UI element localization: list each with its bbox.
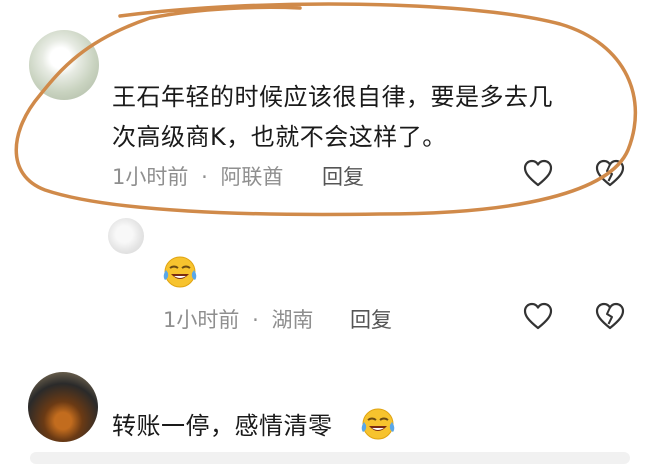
comment-text: 转账一停，感情清零 xyxy=(112,412,333,440)
comment-time: 1小时前 xyxy=(163,308,240,332)
meta-separator: · xyxy=(252,308,259,332)
bottom-input-bar[interactable] xyxy=(30,452,630,464)
comment-text-line: 王石年轻的时候应该很自律，要是多去几 xyxy=(112,83,553,111)
avatar[interactable] xyxy=(28,372,98,442)
broken-heart-icon xyxy=(595,159,625,187)
avatar[interactable] xyxy=(29,30,99,100)
heart-outline-icon xyxy=(523,302,553,330)
reply-button[interactable]: 回复 xyxy=(350,304,392,334)
comment-meta: 1小时前 · 湖南 xyxy=(163,304,313,334)
comment-location: 阿联酋 xyxy=(220,165,284,189)
dislike-button[interactable] xyxy=(594,301,626,331)
meta-separator: · xyxy=(201,165,208,189)
dislike-button[interactable] xyxy=(594,158,626,188)
laughing-crying-emoji xyxy=(358,404,398,444)
comment-meta: 1小时前 · 阿联酋 xyxy=(112,161,283,191)
broken-heart-icon xyxy=(595,302,625,330)
reply-button[interactable]: 回复 xyxy=(322,161,364,191)
comment-time: 1小时前 xyxy=(112,165,189,189)
comment-text-line: 次高级商K，也就不会这样了。 xyxy=(112,123,447,151)
comment-location: 湖南 xyxy=(271,308,314,332)
like-button[interactable] xyxy=(522,301,554,331)
laughing-crying-emoji xyxy=(160,252,200,292)
avatar[interactable] xyxy=(108,218,144,254)
like-button[interactable] xyxy=(522,158,554,188)
hand-drawn-circle-annotation xyxy=(14,2,638,217)
heart-outline-icon xyxy=(523,159,553,187)
